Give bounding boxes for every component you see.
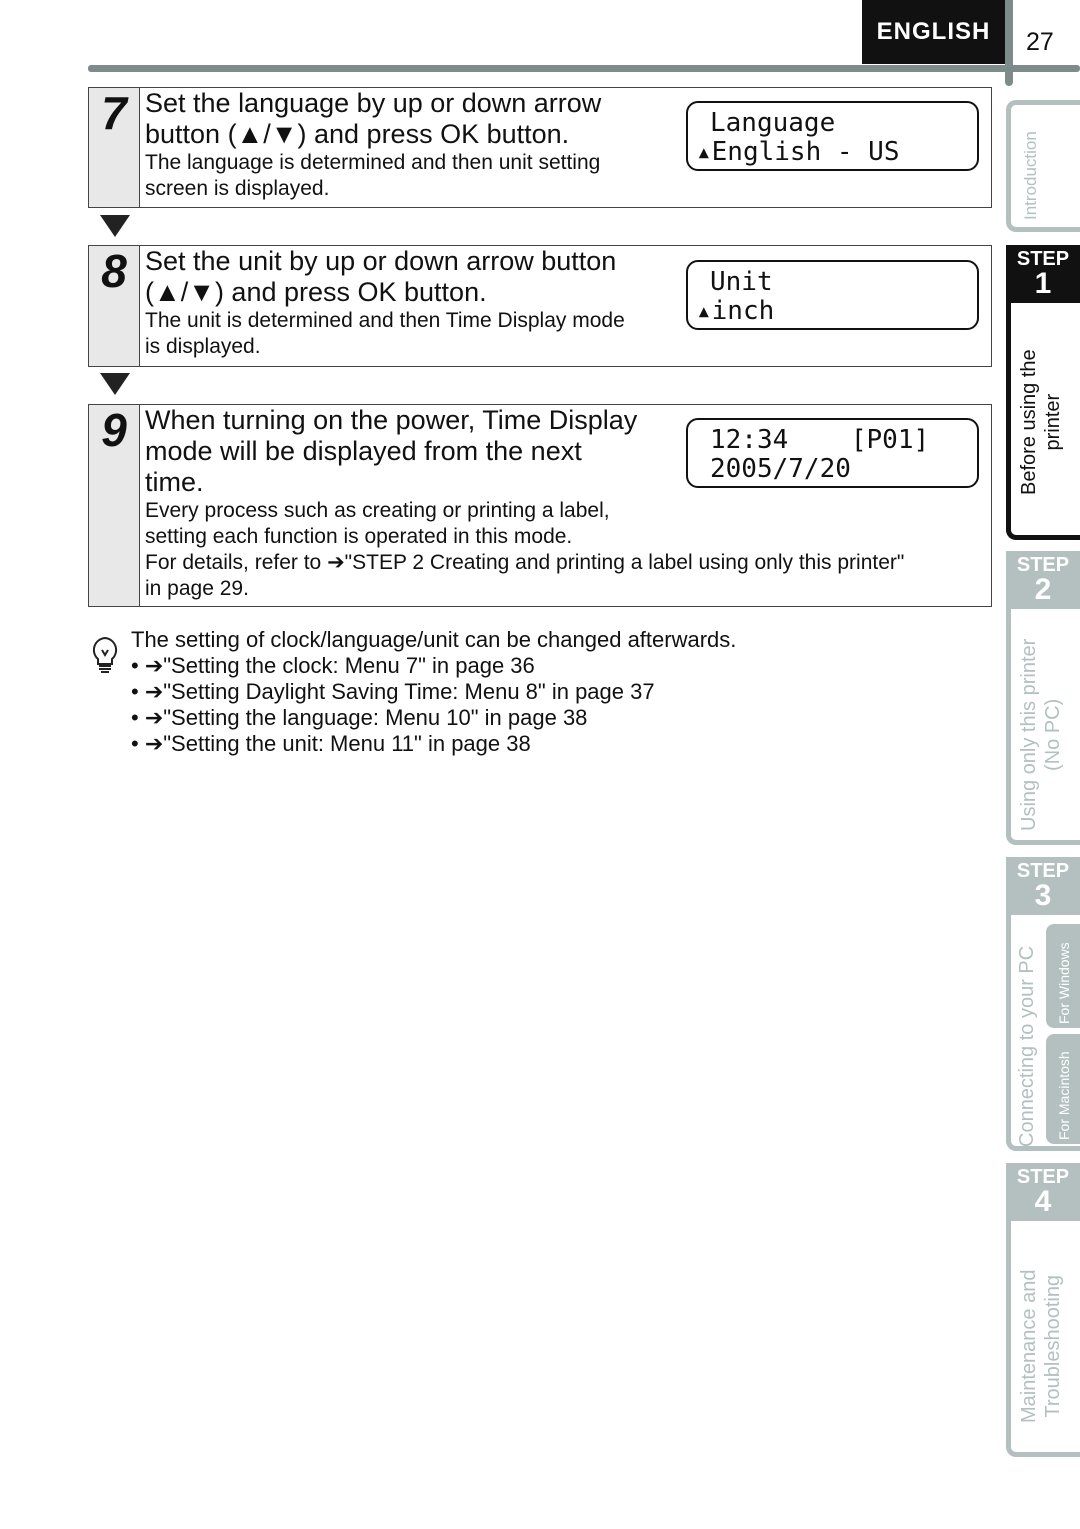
step-desc: Every process such as creating or printi… [145,499,610,522]
note-text: The setting of clock/language/unit can b… [131,627,737,652]
tab-label: Using only this printer (No PC) [1018,638,1064,831]
arrow-down-icon [100,373,130,395]
lcd-line: Unit [710,267,773,297]
tab-step-1[interactable]: STEP 1 Before using the printer [1006,245,1080,540]
manual-page: ENGLISH 27 7 Set the language by up or d… [0,0,1080,1529]
tab-label: Maintenance and Troubleshooting [1018,1269,1064,1423]
lcd-line: 2005/7/20 [710,454,851,484]
step-link[interactable]: For details, refer to ➔"STEP 2 Creating … [145,550,991,576]
language-label: ENGLISH [862,0,1005,64]
step-desc: is displayed. [145,335,261,358]
lcd-line: ▴inch [696,296,775,326]
tab-introduction[interactable]: Introduction [1006,100,1080,232]
note-link[interactable]: • ➔"Setting the language: Menu 10" in pa… [131,705,736,731]
step-9: 9 When turning on the power, Time Displa… [88,404,992,607]
tab-step-3[interactable]: STEP 3 Connecting to your PC For Windows … [1006,857,1080,1151]
step-desc: in page 29. [145,577,249,600]
tab-label: Before using the printer [1018,349,1064,495]
tab-step-2[interactable]: STEP 2 Using only this printer (No PC) [1006,551,1080,845]
note-link[interactable]: • ➔"Setting the clock: Menu 7" in page 3… [131,653,736,679]
step-number: 8 [89,246,140,366]
step-desc: screen is displayed. [145,177,330,200]
step-number: 7 [89,88,140,207]
lcd-display: 12:34 [P01] 2005/7/20 [686,418,979,488]
note: The setting of clock/language/unit can b… [131,627,736,757]
lcd-line: 12:34 [P01] [710,425,930,455]
step-badge: STEP 3 [1006,857,1080,915]
tab-label: Connecting to your PC [1016,945,1038,1147]
lcd-line: Language [710,108,836,138]
lightbulb-icon [92,636,118,673]
step-badge: STEP 2 [1006,551,1080,609]
tab-for-windows[interactable]: For Windows [1046,924,1080,1028]
step-desc: setting each function is operated in thi… [145,525,573,548]
arrow-down-icon [100,215,130,237]
header-divider [1005,0,1013,86]
lcd-line: ▴English - US [696,137,900,167]
lcd-display: Unit ▴inch [686,260,979,330]
page-number: 27 [1026,28,1054,56]
note-link[interactable]: • ➔"Setting Daylight Saving Time: Menu 8… [131,679,736,705]
tab-step-4[interactable]: STEP 4 Maintenance and Troubleshooting [1006,1163,1080,1457]
step-7: 7 Set the language by up or down arrow b… [88,87,992,208]
step-badge: STEP 1 [1006,245,1080,303]
step-number: 9 [89,405,140,606]
tab-for-macintosh[interactable]: For Macintosh [1046,1034,1080,1144]
step-8: 8 Set the unit by up or down arrow butto… [88,245,992,367]
note-link[interactable]: • ➔"Setting the unit: Menu 11" in page 3… [131,731,736,757]
header-rule [88,65,1080,72]
lcd-display: Language ▴English - US [686,101,979,171]
step-badge: STEP 4 [1006,1163,1080,1221]
tab-label: Introduction [1021,131,1040,220]
